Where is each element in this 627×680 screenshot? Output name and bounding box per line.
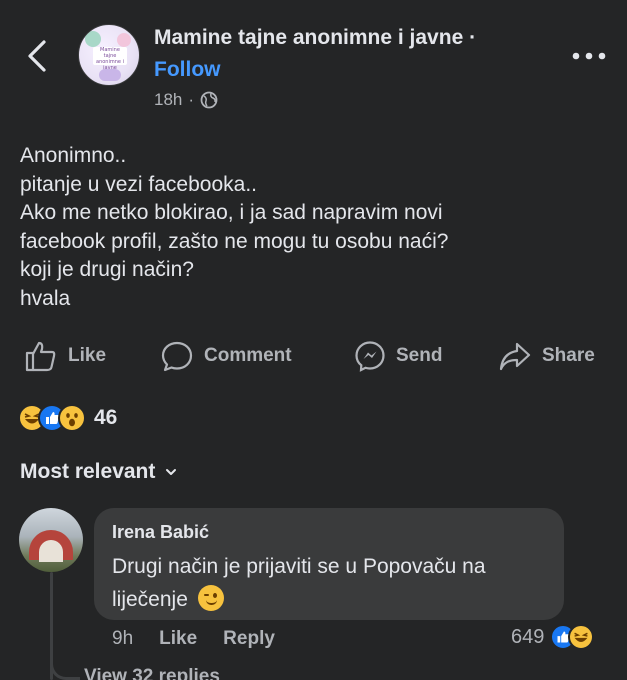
- commenter-avatar[interactable]: [19, 508, 83, 572]
- sort-label: Most relevant: [20, 460, 156, 483]
- comment-body: Drugi način je prijaviti se u Popovaču n…: [112, 555, 486, 611]
- messenger-icon: [355, 341, 385, 372]
- chevron-down-icon: [166, 469, 177, 475]
- post-body: Anonimno.. pitanje u vezi facebooka.. Ak…: [20, 142, 610, 313]
- reaction-summary[interactable]: 46: [18, 402, 117, 434]
- share-label: Share: [542, 345, 595, 366]
- comment-sort-dropdown[interactable]: Most relevant: [20, 460, 177, 484]
- post-line: facebook profil, zašto ne mogu tu osobu …: [20, 229, 449, 253]
- meta-separator: ·: [188, 90, 195, 109]
- post-line: hvala: [20, 286, 71, 310]
- thumbs-up-icon: [25, 341, 56, 372]
- post-line: pitanje u vezi facebooka..: [20, 172, 257, 196]
- comment-reaction-count: 649: [511, 625, 545, 648]
- comment-reply-button[interactable]: Reply: [223, 628, 275, 650]
- more-options-icon[interactable]: [572, 52, 606, 60]
- group-avatar[interactable]: Mamine tajne anonimne i javne: [78, 24, 140, 86]
- send-button[interactable]: Send: [354, 340, 442, 372]
- group-name[interactable]: Mamine tajne anonimne i javne ·: [154, 26, 476, 50]
- send-label: Send: [396, 345, 443, 366]
- thread-connector: [50, 650, 80, 680]
- globe-icon: [200, 91, 218, 109]
- comment-icon: [161, 341, 193, 372]
- comment-text: Drugi način je prijaviti se u Popovaču n…: [112, 550, 552, 616]
- like-label: Like: [68, 345, 107, 366]
- follow-button[interactable]: Follow: [154, 58, 221, 82]
- post-actions: Like Comment Send Share: [0, 336, 627, 376]
- share-button[interactable]: Share: [498, 340, 595, 372]
- wow-reaction-icon: [58, 404, 86, 432]
- post-line: Ako me netko blokirao, i ja sad napravim…: [20, 201, 443, 224]
- post-time: 18h: [154, 90, 183, 109]
- post-meta: 18h ·: [154, 90, 218, 110]
- haha-reaction-icon: [568, 624, 595, 650]
- post-line: koji je drugi način?: [20, 258, 194, 281]
- comment-meta: 9h Like Reply: [112, 628, 275, 650]
- back-arrow-icon[interactable]: [24, 38, 52, 74]
- comment-label: Comment: [204, 345, 292, 366]
- wink-emoji-icon: [197, 585, 224, 611]
- comment-bubble[interactable]: Irena Babić Drugi način je prijaviti se …: [94, 508, 564, 620]
- comment-time: 9h: [112, 628, 134, 649]
- like-button[interactable]: Like: [24, 340, 106, 372]
- post-header: Mamine tajne anonimne i javne Mamine tajne…: [0, 0, 627, 120]
- reaction-count: 46: [94, 406, 118, 429]
- post-line: Anonimno..: [20, 144, 127, 167]
- comment-reactions[interactable]: 649: [511, 624, 595, 650]
- commenter-name[interactable]: Irena Babić: [112, 522, 209, 543]
- view-replies-link[interactable]: View 32 replies: [84, 666, 220, 680]
- comment-like-button[interactable]: Like: [159, 628, 197, 650]
- comment-button[interactable]: Comment: [160, 340, 292, 372]
- share-icon: [499, 342, 531, 371]
